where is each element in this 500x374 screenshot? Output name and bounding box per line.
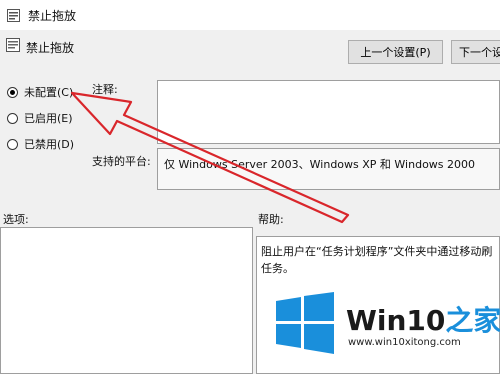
watermark: Win10之家 www.win10xitong.com: [272, 291, 500, 361]
watermark-url: www.win10xitong.com: [348, 337, 461, 348]
watermark-brand: Win10之家: [346, 299, 500, 339]
windows-logo-icon: [276, 292, 334, 354]
watermark-brand-main: Win10: [346, 304, 446, 337]
watermark-brand-accent: 之家: [445, 304, 500, 337]
